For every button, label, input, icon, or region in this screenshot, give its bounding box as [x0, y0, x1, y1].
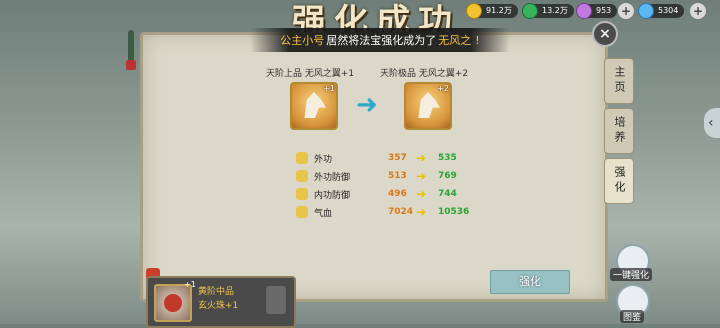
diamond-icon [638, 3, 654, 19]
pearl-icon [154, 284, 192, 322]
after-item-level: +2 [437, 84, 449, 93]
banner-text: 居然将法宝强化成为了 [326, 34, 437, 47]
arrow-right-icon: ➜ [416, 205, 427, 219]
expand-arrow-icon[interactable]: ‹ [704, 108, 720, 138]
material-name: 玄火珠+1 [198, 301, 239, 311]
strengthen-button[interactable]: 强化 [490, 270, 570, 294]
add-jade-button[interactable]: + [618, 3, 634, 19]
gold-coin-icon [466, 3, 482, 19]
player-name: 公主小号 [280, 34, 325, 47]
before-item-level: +1 [323, 84, 335, 93]
arrow-right-icon: ➜ [416, 169, 427, 183]
stat-row: 外功 357 ➜ 535 [296, 150, 469, 166]
arrow-right-icon: ➜ [416, 151, 427, 165]
shield-icon [296, 188, 308, 200]
heart-icon [296, 206, 308, 218]
diamond-resource: 5304 [638, 3, 685, 19]
after-item-name: 天阶极品 无风之翼+2 [380, 69, 469, 79]
silver-icon [522, 3, 538, 19]
arrow-right-icon: ➜ [416, 187, 427, 201]
tab-home[interactable]: 主页 [604, 58, 634, 104]
tab-strengthen[interactable]: 强化 [604, 158, 634, 204]
banner-item: 无风之 [438, 34, 472, 47]
before-item-slot[interactable]: +1 [290, 82, 338, 130]
silver-resource: 13.2万 [522, 3, 574, 19]
stats-list: 外功 357 ➜ 535 外功防御 513 ➜ 769 内功防御 496 ➜ 7… [296, 150, 469, 220]
jade-icon [576, 3, 592, 19]
stat-row: 内功防御 496 ➜ 744 [296, 186, 469, 202]
jade-resource: 953 [576, 3, 618, 19]
close-button[interactable]: × [592, 21, 618, 47]
material-grade: 黄阶中品 [198, 287, 235, 297]
after-item-slot[interactable]: +2 [404, 82, 452, 130]
gallery-label[interactable]: 图鉴 [620, 310, 645, 323]
one-key-strengthen-label[interactable]: 一键强化 [610, 268, 653, 281]
tassel-ornament [126, 60, 136, 70]
stat-row: 外功防御 513 ➜ 769 [296, 168, 469, 184]
tab-cultivate[interactable]: 培养 [604, 108, 634, 154]
announcement-banner: 公主小号 居然将法宝强化成为了 无风之 ! [250, 28, 510, 52]
banner-end: ! [475, 33, 480, 47]
upgrade-arrow-icon: ➜ [356, 90, 378, 120]
wing-icon [418, 92, 440, 118]
wing-icon [304, 92, 326, 118]
empty-slot[interactable] [266, 286, 286, 314]
sword-icon [296, 152, 308, 164]
add-diamond-button[interactable]: + [690, 3, 706, 19]
stat-row: 气血 7024 ➜ 10536 [296, 204, 469, 220]
material-card[interactable]: +1 黄阶中品 玄火珠+1 [146, 276, 296, 328]
gold-resource: 91.2万 [466, 3, 518, 19]
shield-icon [296, 170, 308, 182]
before-item-name: 天阶上品 无风之翼+1 [266, 69, 355, 79]
